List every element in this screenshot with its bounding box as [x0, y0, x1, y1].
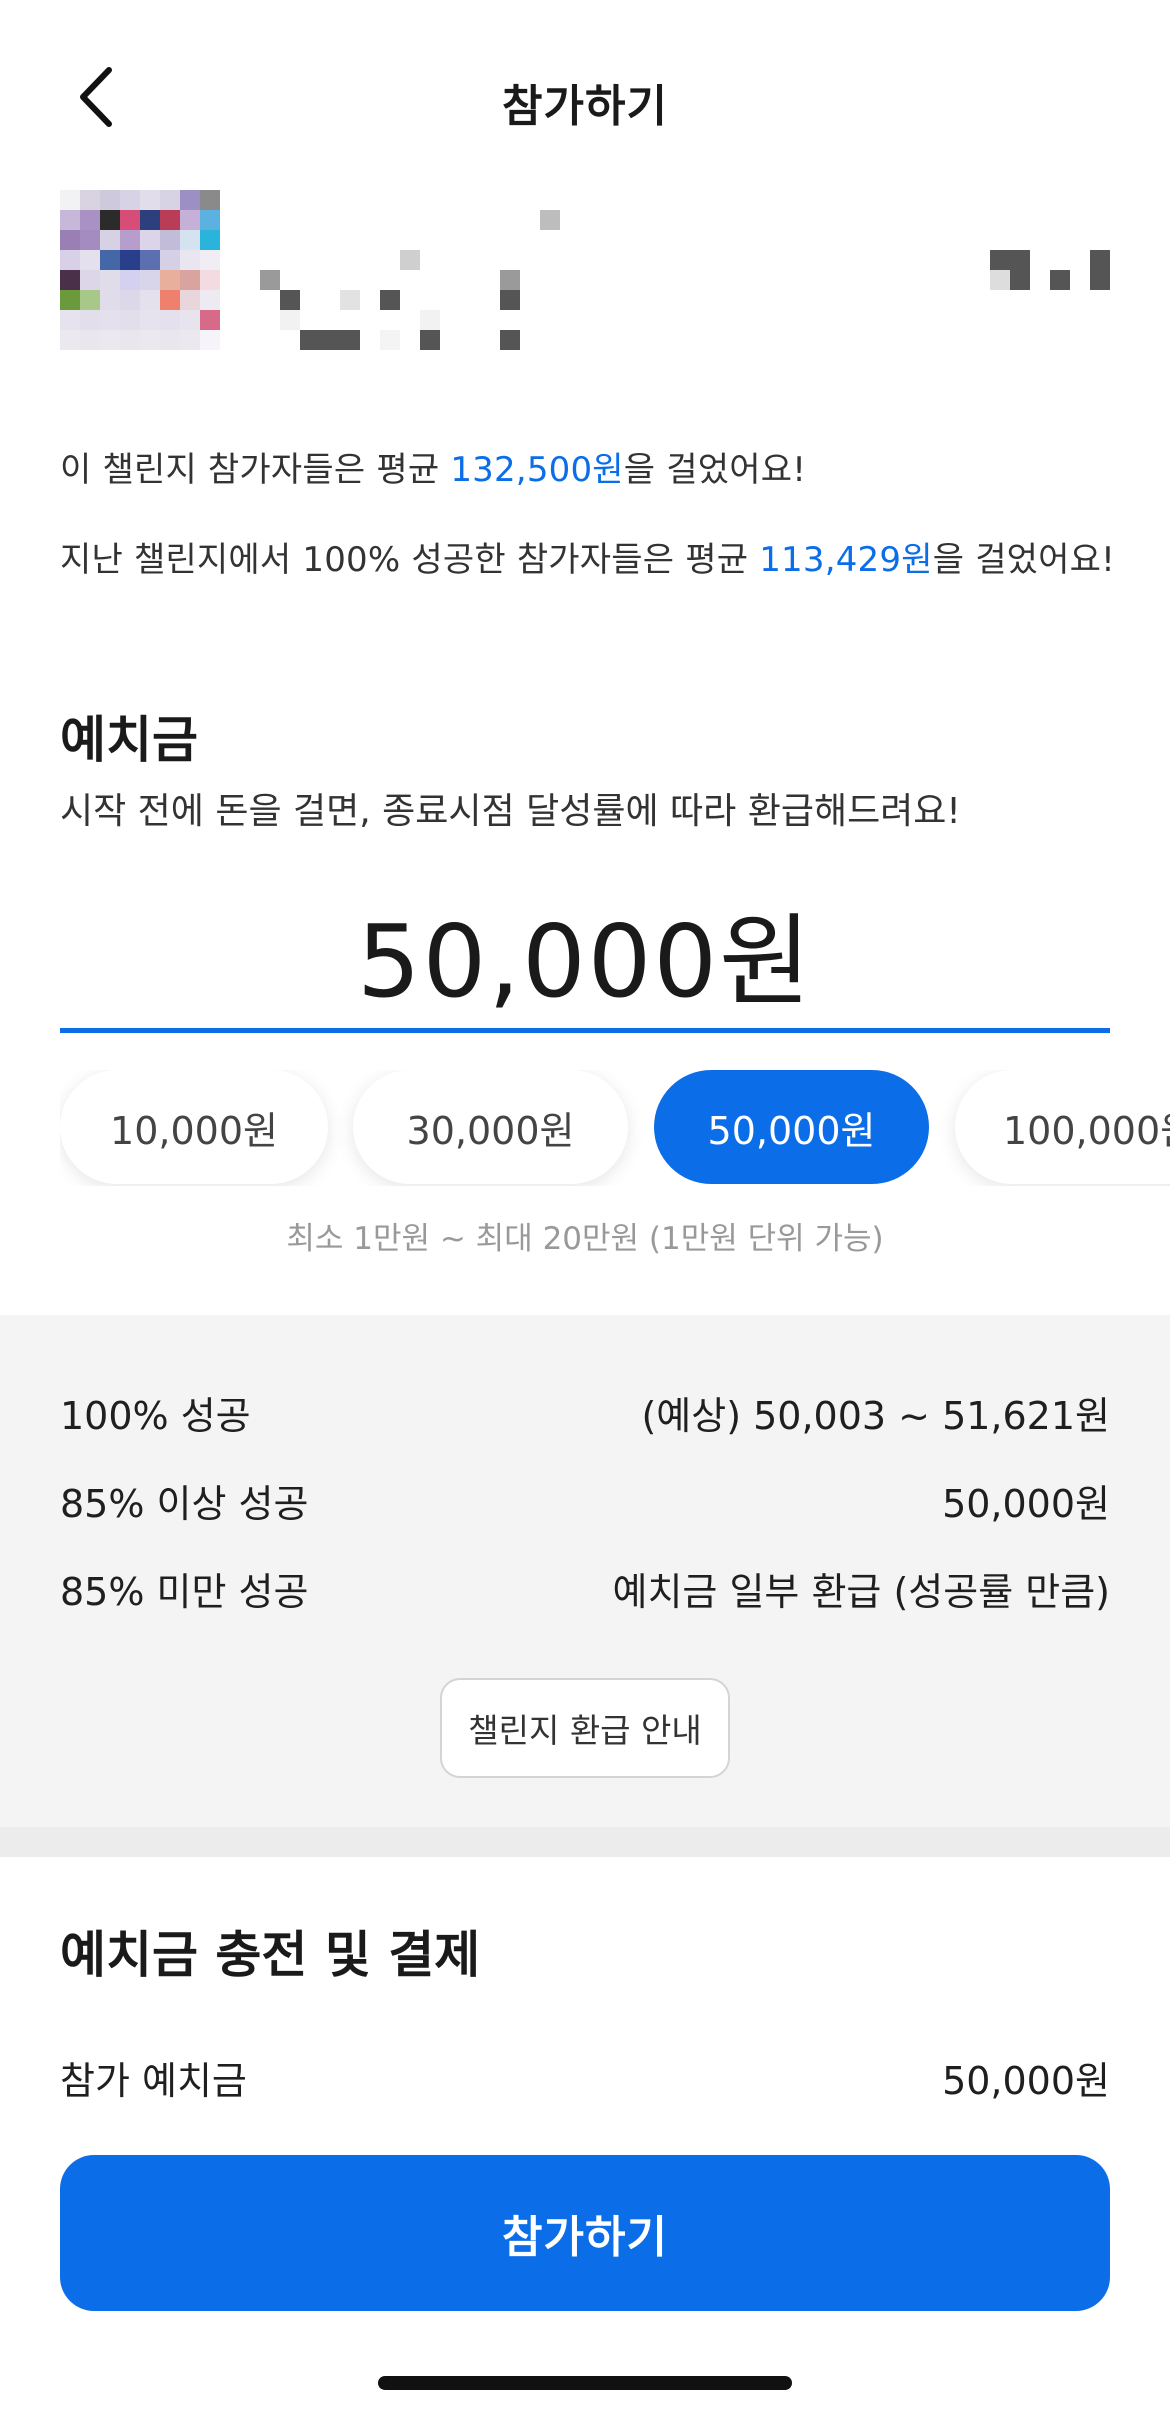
deposit-description: 시작 전에 돈을 걸면, 종료시점 달성률에 따라 환급해드려요! [60, 791, 961, 832]
challenge-summary [60, 190, 1120, 350]
stat-text: 이 챌린지 참가자들은 평균 [60, 450, 451, 490]
success-average-bet-text: 지난 챌린지에서 100% 성공한 참가자들은 평균 113,429원을 걸었어… [60, 532, 1115, 581]
refund-info-panel: 100% 성공 (예상) 50,003 ~ 51,621원 85% 이상 성공 … [0, 1315, 1170, 1827]
payment-label: 참가 예치금 [60, 2059, 247, 2103]
stat-text: 을 걸었어요! [623, 450, 807, 490]
refund-amount: (예상) 50,003 ~ 51,621원 [641, 1394, 1110, 1438]
top-nav-bar: 참가하기 [0, 0, 1170, 200]
page-title: 참가하기 [502, 81, 668, 132]
refund-amount: 50,000원 [942, 1482, 1110, 1526]
section-divider [0, 1827, 1170, 1857]
stat-text: 을 걸었어요! [932, 540, 1115, 580]
challenge-meta-redacted [990, 250, 1120, 310]
average-bet-amount: 132,500원 [450, 450, 624, 490]
stat-text: 지난 챌린지에서 100% 성공한 참가자들은 평균 [60, 540, 760, 580]
average-bet-text: 이 챌린지 참가자들은 평균 132,500원을 걸었어요! [60, 442, 806, 491]
deposit-section-title: 예치금 [60, 711, 198, 769]
home-indicator [378, 2376, 792, 2390]
payment-summary-row: 참가 예치금 50,000원 [60, 2050, 1110, 2105]
refund-amount: 예치금 일부 환급 (성공률 만큼) [612, 1570, 1111, 1614]
challenge-thumbnail [60, 190, 240, 350]
refund-row: 100% 성공 (예상) 50,003 ~ 51,621원 [60, 1385, 1110, 1440]
deposit-amount-input[interactable]: 50,000원 [60, 880, 1110, 1025]
amount-chip-10000[interactable]: 10,000원 [60, 1070, 328, 1184]
refund-condition: 85% 미만 성공 [60, 1570, 309, 1614]
amount-range-hint: 최소 1만원 ~ 최대 20만원 (1만원 단위 가능) [286, 1221, 884, 1257]
refund-condition: 85% 이상 성공 [60, 1482, 309, 1526]
payment-section-title: 예치금 충전 및 결제 [60, 1926, 481, 1984]
challenge-title-redacted [260, 210, 600, 350]
refund-guide-button[interactable]: 챌린지 환급 안내 [440, 1678, 730, 1778]
success-average-bet-amount: 113,429원 [759, 540, 933, 580]
amount-preset-list: 10,000원 30,000원 50,000원 100,000원 [60, 1070, 1170, 1186]
amount-chip-30000[interactable]: 30,000원 [353, 1070, 628, 1184]
refund-row: 85% 미만 성공 예치금 일부 환급 (성공률 만큼) [60, 1561, 1110, 1616]
join-button[interactable]: 참가하기 [60, 2155, 1110, 2311]
payment-value: 50,000원 [942, 2059, 1110, 2103]
refund-condition: 100% 성공 [60, 1394, 251, 1438]
amount-chip-50000-selected[interactable]: 50,000원 [654, 1070, 929, 1184]
amount-chip-100000[interactable]: 100,000원 [955, 1070, 1170, 1184]
amount-underline [60, 1028, 1110, 1033]
refund-row: 85% 이상 성공 50,000원 [60, 1473, 1110, 1528]
